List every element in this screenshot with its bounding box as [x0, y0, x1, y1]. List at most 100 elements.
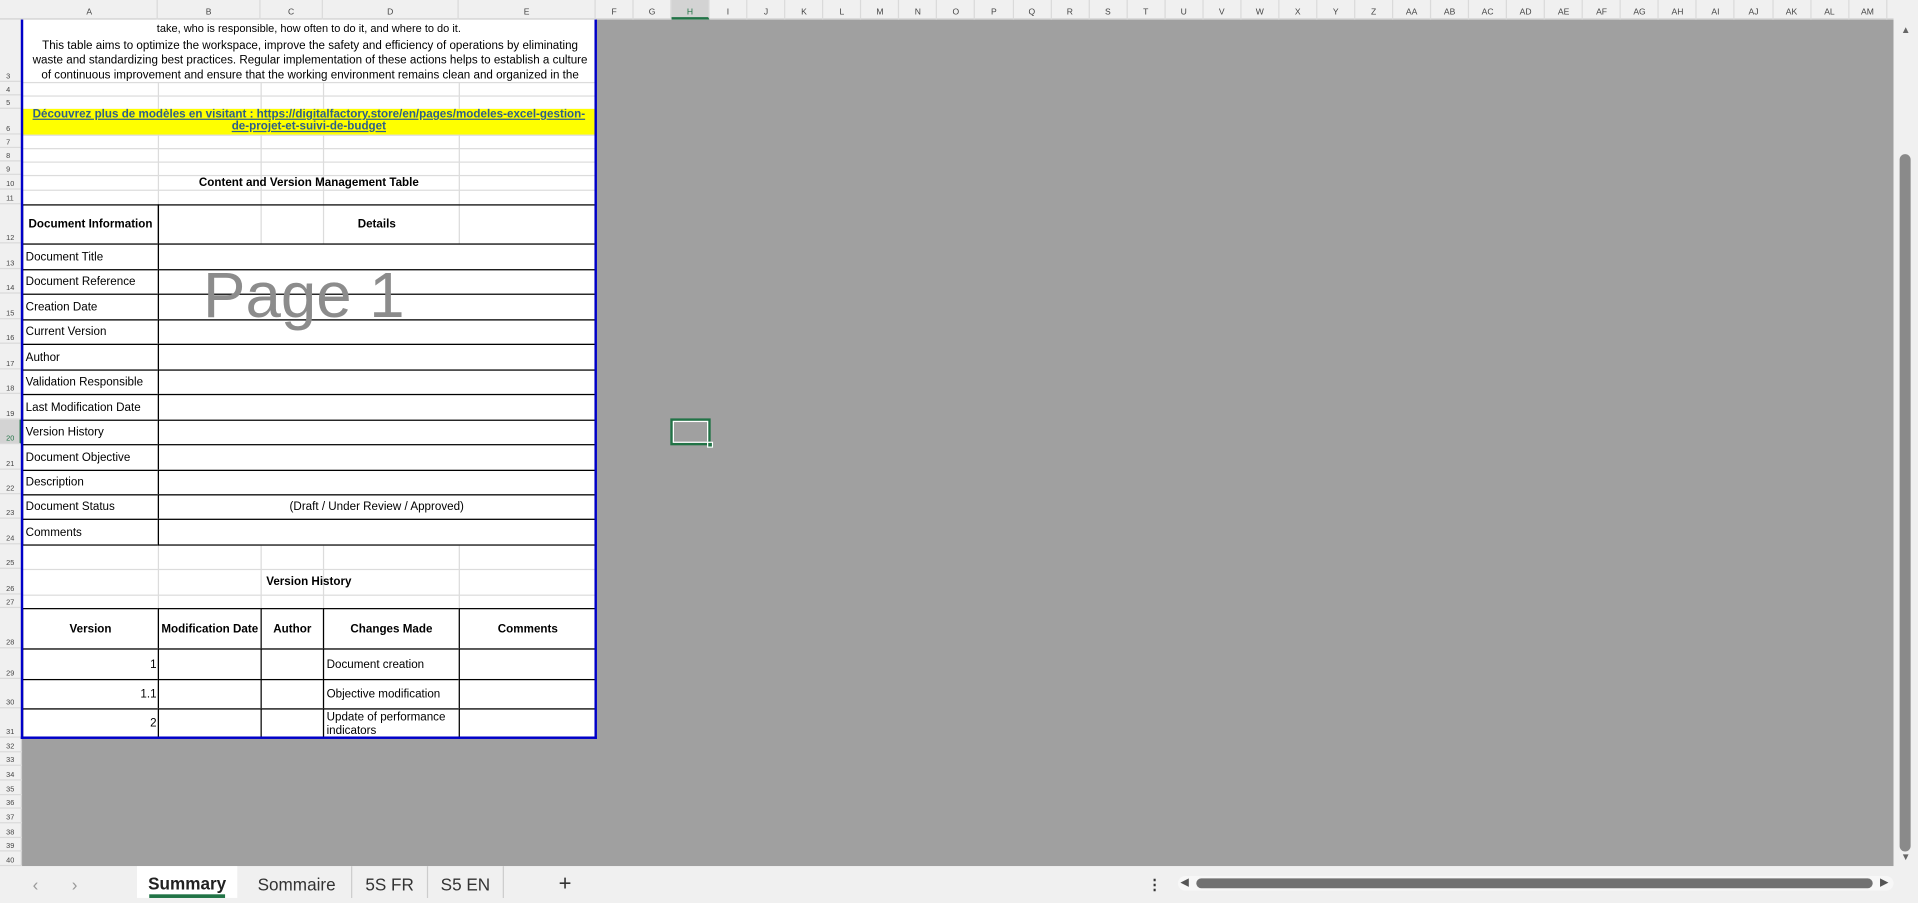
content-row-value[interactable]	[157, 518, 596, 546]
scroll-left-icon[interactable]: ◀	[1180, 876, 1188, 889]
row-header-17[interactable]: 17	[0, 344, 23, 370]
row-header-15[interactable]: 15	[0, 294, 23, 320]
content-row-value[interactable]	[157, 269, 596, 295]
column-header-v[interactable]: V	[1203, 0, 1242, 20]
row-header-13[interactable]: 13	[0, 243, 23, 270]
version-cell[interactable]	[458, 708, 596, 738]
column-header-aa[interactable]: AA	[1393, 0, 1432, 20]
row-header-35[interactable]: 35	[0, 781, 23, 795]
row-header-30[interactable]: 30	[0, 679, 23, 709]
version-cell[interactable]: 1.1	[22, 678, 160, 710]
column-header-s[interactable]: S	[1089, 0, 1128, 20]
column-header-d[interactable]: D	[323, 0, 459, 20]
content-row-value[interactable]	[157, 369, 596, 396]
row-header-38[interactable]: 38	[0, 823, 23, 838]
row-header-25[interactable]: 25	[0, 544, 23, 569]
column-header-ai[interactable]: AI	[1697, 0, 1736, 20]
version-cell[interactable]	[260, 708, 325, 738]
column-header-g[interactable]: G	[634, 0, 672, 20]
column-header-y[interactable]: Y	[1317, 0, 1356, 20]
add-sheet-icon[interactable]: +	[553, 866, 577, 898]
sheet-tab-s5-en[interactable]: S5 EN	[428, 866, 504, 898]
content-row-value[interactable]	[157, 343, 596, 371]
row-header-37[interactable]: 37	[0, 809, 23, 824]
row-header-16[interactable]: 16	[0, 319, 23, 344]
version-cell[interactable]: Update of performance indicators	[322, 708, 460, 738]
version-cell[interactable]	[157, 678, 262, 710]
version-cell[interactable]: 2	[22, 708, 160, 738]
row-header-3[interactable]: 3	[0, 20, 23, 82]
vertical-scroll-thumb[interactable]	[1899, 154, 1911, 852]
row-header-32[interactable]: 32	[0, 738, 23, 752]
sheet-tab-summary[interactable]: Summary	[136, 866, 238, 898]
more-options-icon[interactable]: ⋮	[1147, 866, 1162, 898]
column-header-a[interactable]: A	[22, 0, 158, 20]
column-header-o[interactable]: O	[938, 0, 976, 20]
version-cell[interactable]	[458, 678, 596, 710]
content-row-value[interactable]	[157, 419, 596, 446]
column-header-ac[interactable]: AC	[1469, 0, 1508, 20]
version-cell[interactable]: 1	[22, 648, 160, 681]
column-header-c[interactable]: C	[261, 0, 323, 20]
row-header-40[interactable]: 40	[0, 852, 23, 867]
row-header-26[interactable]: 26	[0, 569, 23, 595]
row-header-14[interactable]: 14	[0, 269, 23, 294]
row-header-28[interactable]: 28	[0, 608, 23, 649]
fill-handle[interactable]	[707, 441, 714, 448]
row-header-7[interactable]: 7	[0, 135, 23, 149]
column-header-l[interactable]: L	[824, 0, 862, 20]
row-header-5[interactable]: 5	[0, 95, 23, 109]
scroll-down-icon[interactable]: ▼	[1901, 851, 1911, 862]
row-header-36[interactable]: 36	[0, 795, 23, 810]
column-header-k[interactable]: K	[786, 0, 824, 20]
row-header-19[interactable]: 19	[0, 394, 23, 420]
version-cell[interactable]	[260, 648, 325, 681]
vertical-scrollbar[interactable]: ▲ ▼	[1893, 19, 1918, 867]
selected-cell-h20[interactable]	[670, 418, 714, 448]
column-header-af[interactable]: AF	[1583, 0, 1622, 20]
row-header-10[interactable]: 10	[0, 175, 23, 190]
content-row-value[interactable]	[157, 243, 596, 271]
version-cell[interactable]	[260, 678, 325, 710]
column-header-b[interactable]: B	[158, 0, 261, 20]
row-header-23[interactable]: 23	[0, 494, 23, 519]
horizontal-scroll-thumb[interactable]	[1196, 878, 1873, 889]
row-header-8[interactable]: 8	[0, 148, 23, 162]
column-header-ah[interactable]: AH	[1659, 0, 1698, 20]
version-cell[interactable]	[157, 708, 262, 738]
column-header-w[interactable]: W	[1241, 0, 1280, 20]
column-header-t[interactable]: T	[1127, 0, 1166, 20]
column-header-ae[interactable]: AE	[1545, 0, 1584, 20]
prev-sheet-icon[interactable]: ‹	[24, 866, 46, 898]
column-header-am[interactable]: AM	[1849, 0, 1888, 20]
column-header-r[interactable]: R	[1051, 0, 1090, 20]
row-header-22[interactable]: 22	[0, 470, 23, 495]
row-header-9[interactable]: 9	[0, 161, 23, 175]
content-row-value[interactable]	[157, 293, 596, 321]
column-header-al[interactable]: AL	[1811, 0, 1850, 20]
row-header-4[interactable]: 4	[0, 82, 23, 96]
row-header-34[interactable]: 34	[0, 766, 23, 781]
column-header-u[interactable]: U	[1165, 0, 1204, 20]
content-row-value[interactable]: (Draft / Under Review / Approved)	[157, 494, 596, 520]
row-header-6[interactable]: 6	[0, 109, 23, 135]
content-row-value[interactable]	[157, 469, 596, 496]
horizontal-scrollbar[interactable]: ◀ ▶	[1177, 875, 1894, 891]
content-row-value[interactable]	[157, 319, 596, 345]
sheet-tab-5s-fr[interactable]: 5S FR	[352, 866, 429, 898]
column-header-h[interactable]: H	[671, 0, 710, 20]
column-header-n[interactable]: N	[900, 0, 938, 20]
column-header-ak[interactable]: AK	[1773, 0, 1812, 20]
row-header-21[interactable]: 21	[0, 444, 23, 470]
row-header-27[interactable]: 27	[0, 595, 23, 609]
version-cell[interactable]	[157, 648, 262, 681]
column-header-ad[interactable]: AD	[1507, 0, 1546, 20]
column-header-ab[interactable]: AB	[1431, 0, 1470, 20]
column-header-p[interactable]: P	[976, 0, 1014, 20]
column-header-e[interactable]: E	[459, 0, 596, 20]
column-header-f[interactable]: F	[596, 0, 634, 20]
version-cell[interactable]: Objective modification	[322, 678, 460, 710]
row-header-33[interactable]: 33	[0, 752, 23, 767]
row-header-31[interactable]: 31	[0, 708, 23, 738]
row-header-39[interactable]: 39	[0, 838, 23, 852]
